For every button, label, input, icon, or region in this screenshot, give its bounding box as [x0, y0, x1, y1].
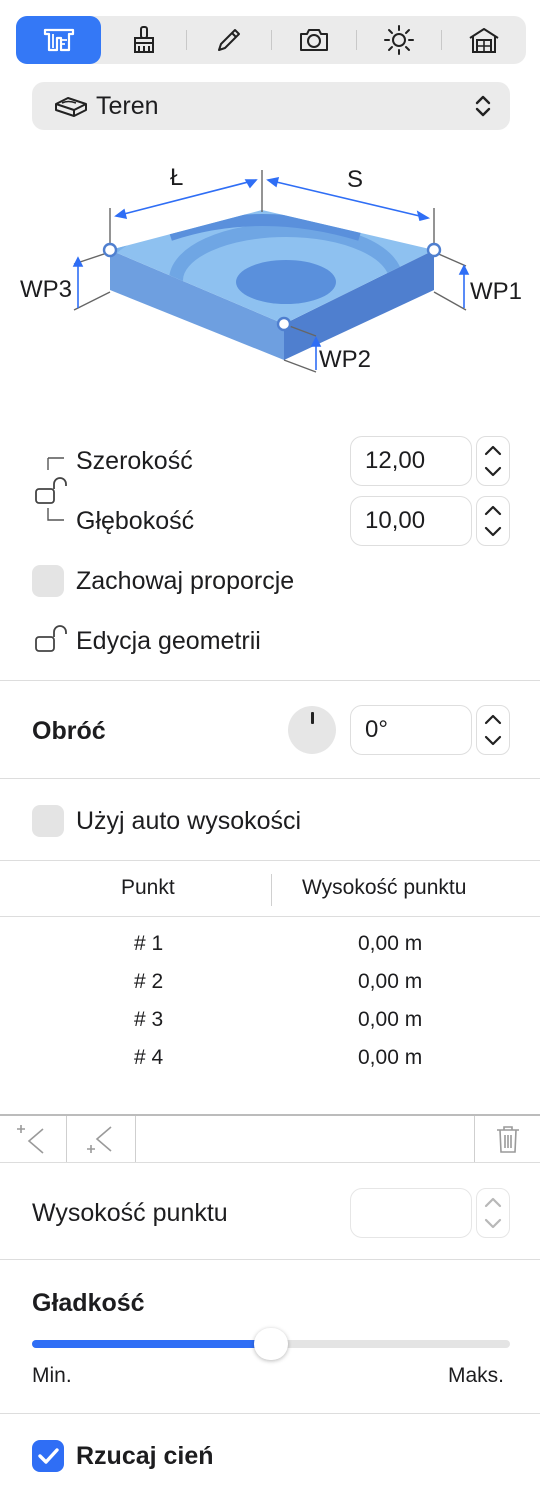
terrain-illustration	[72, 170, 470, 373]
height-cell: 0,00 m	[358, 932, 423, 955]
height-cell: 0,00 m	[358, 1008, 423, 1031]
paint-brush-icon	[133, 26, 154, 53]
tab-camera[interactable]	[271, 16, 356, 64]
point-height-label: Wysokość punktu	[32, 1199, 228, 1227]
divider	[0, 1259, 540, 1260]
height-cell: 0,00 m	[358, 970, 423, 993]
length-label: Ł	[170, 164, 184, 191]
point-cell: # 4	[134, 1046, 164, 1069]
insert-point-icon	[87, 1126, 112, 1153]
stepper-arrows-icon	[484, 714, 502, 746]
stepper-arrows-icon	[484, 445, 502, 477]
divider	[0, 680, 540, 681]
rotate-label: Obróć	[32, 717, 106, 745]
wp3-label: WP3	[20, 276, 73, 303]
cast-shadow-label: Rzucaj cień	[76, 1442, 214, 1470]
rotate-input[interactable]: 0°	[350, 705, 472, 755]
edit-geometry-lock-icon[interactable]	[34, 624, 70, 654]
depth-stepper[interactable]	[476, 496, 510, 546]
toolbar-separator	[271, 30, 272, 50]
unlock-icon[interactable]	[34, 476, 70, 506]
inspector-toolbar	[16, 16, 526, 64]
column-header-point[interactable]: Punkt	[121, 876, 175, 900]
object-type-select[interactable]: Teren	[32, 82, 510, 130]
width-stepper[interactable]	[476, 436, 510, 486]
height-cell: 0,00 m	[358, 1046, 423, 1069]
sun-icon	[383, 25, 414, 55]
add-point-icon	[17, 1125, 44, 1154]
wp2-label: WP2	[319, 346, 372, 373]
toolbar-separator	[441, 30, 442, 50]
cast-shadow-checkbox[interactable]	[32, 1440, 64, 1472]
keep-proportions-label: Zachowaj proporcje	[76, 567, 295, 595]
rotation-dial[interactable]	[288, 706, 336, 754]
tab-building[interactable]	[441, 16, 526, 64]
depth-field-label: Głębokość	[76, 507, 195, 535]
divider	[0, 778, 540, 779]
slider-min-label: Min.	[32, 1364, 72, 1387]
stepper-arrows-icon	[484, 1197, 502, 1229]
delete-point-button[interactable]	[475, 1116, 540, 1162]
keep-proportions-checkbox[interactable]	[32, 565, 64, 597]
divider	[0, 1162, 540, 1163]
tab-material[interactable]	[101, 16, 186, 64]
pencil-icon	[217, 29, 240, 51]
divider	[0, 1413, 540, 1414]
tool-separator	[135, 1116, 136, 1162]
wp1-label: WP1	[470, 278, 523, 305]
add-point-button[interactable]	[0, 1116, 66, 1162]
edit-geometry-label: Edycja geometrii	[76, 627, 261, 655]
point-cell: # 2	[134, 970, 164, 993]
checkmark-icon	[38, 1448, 59, 1464]
house-icon	[468, 28, 499, 53]
camera-icon	[299, 29, 328, 51]
table-header-divider	[0, 916, 540, 917]
point-cell: # 3	[134, 1008, 164, 1031]
toolbar-separator	[186, 30, 187, 50]
tab-terrain[interactable]	[16, 16, 101, 64]
rotate-stepper[interactable]	[476, 705, 510, 755]
smoothness-slider[interactable]	[32, 1328, 510, 1360]
divider	[0, 860, 540, 861]
column-header-height[interactable]: Wysokość punktu	[302, 876, 466, 900]
rotation-dial-indicator	[311, 712, 314, 724]
width-input[interactable]: 12,00	[350, 436, 472, 486]
terrain-icon	[55, 97, 87, 117]
stepper-arrows-icon	[484, 505, 502, 537]
trash-icon	[496, 1126, 519, 1153]
point-height-stepper[interactable]	[476, 1188, 510, 1238]
width-label: S	[347, 166, 364, 193]
slider-fill	[32, 1340, 271, 1348]
insert-point-button[interactable]	[67, 1116, 135, 1162]
slider-knob[interactable]	[254, 1328, 288, 1360]
tab-edit[interactable]	[186, 16, 271, 64]
point-cell: # 1	[134, 932, 164, 955]
smoothness-label: Gładkość	[32, 1289, 145, 1317]
point-height-input[interactable]	[350, 1188, 472, 1238]
width-field-label: Szerokość	[76, 447, 193, 475]
terrain-diagram: Ł S WP3 WP1 WP2	[0, 150, 540, 390]
depth-input[interactable]: 10,00	[350, 496, 472, 546]
auto-height-label: Użyj auto wysokości	[76, 807, 302, 835]
column-separator	[271, 874, 272, 906]
toolbar-separator	[356, 30, 357, 50]
object-type-label: Teren	[96, 91, 159, 120]
tab-light[interactable]	[356, 16, 441, 64]
terrain-tool-icon	[43, 28, 74, 52]
slider-max-label: Maks.	[448, 1364, 505, 1387]
auto-height-checkbox[interactable]	[32, 805, 64, 837]
chevron-up-down-icon	[475, 95, 491, 117]
